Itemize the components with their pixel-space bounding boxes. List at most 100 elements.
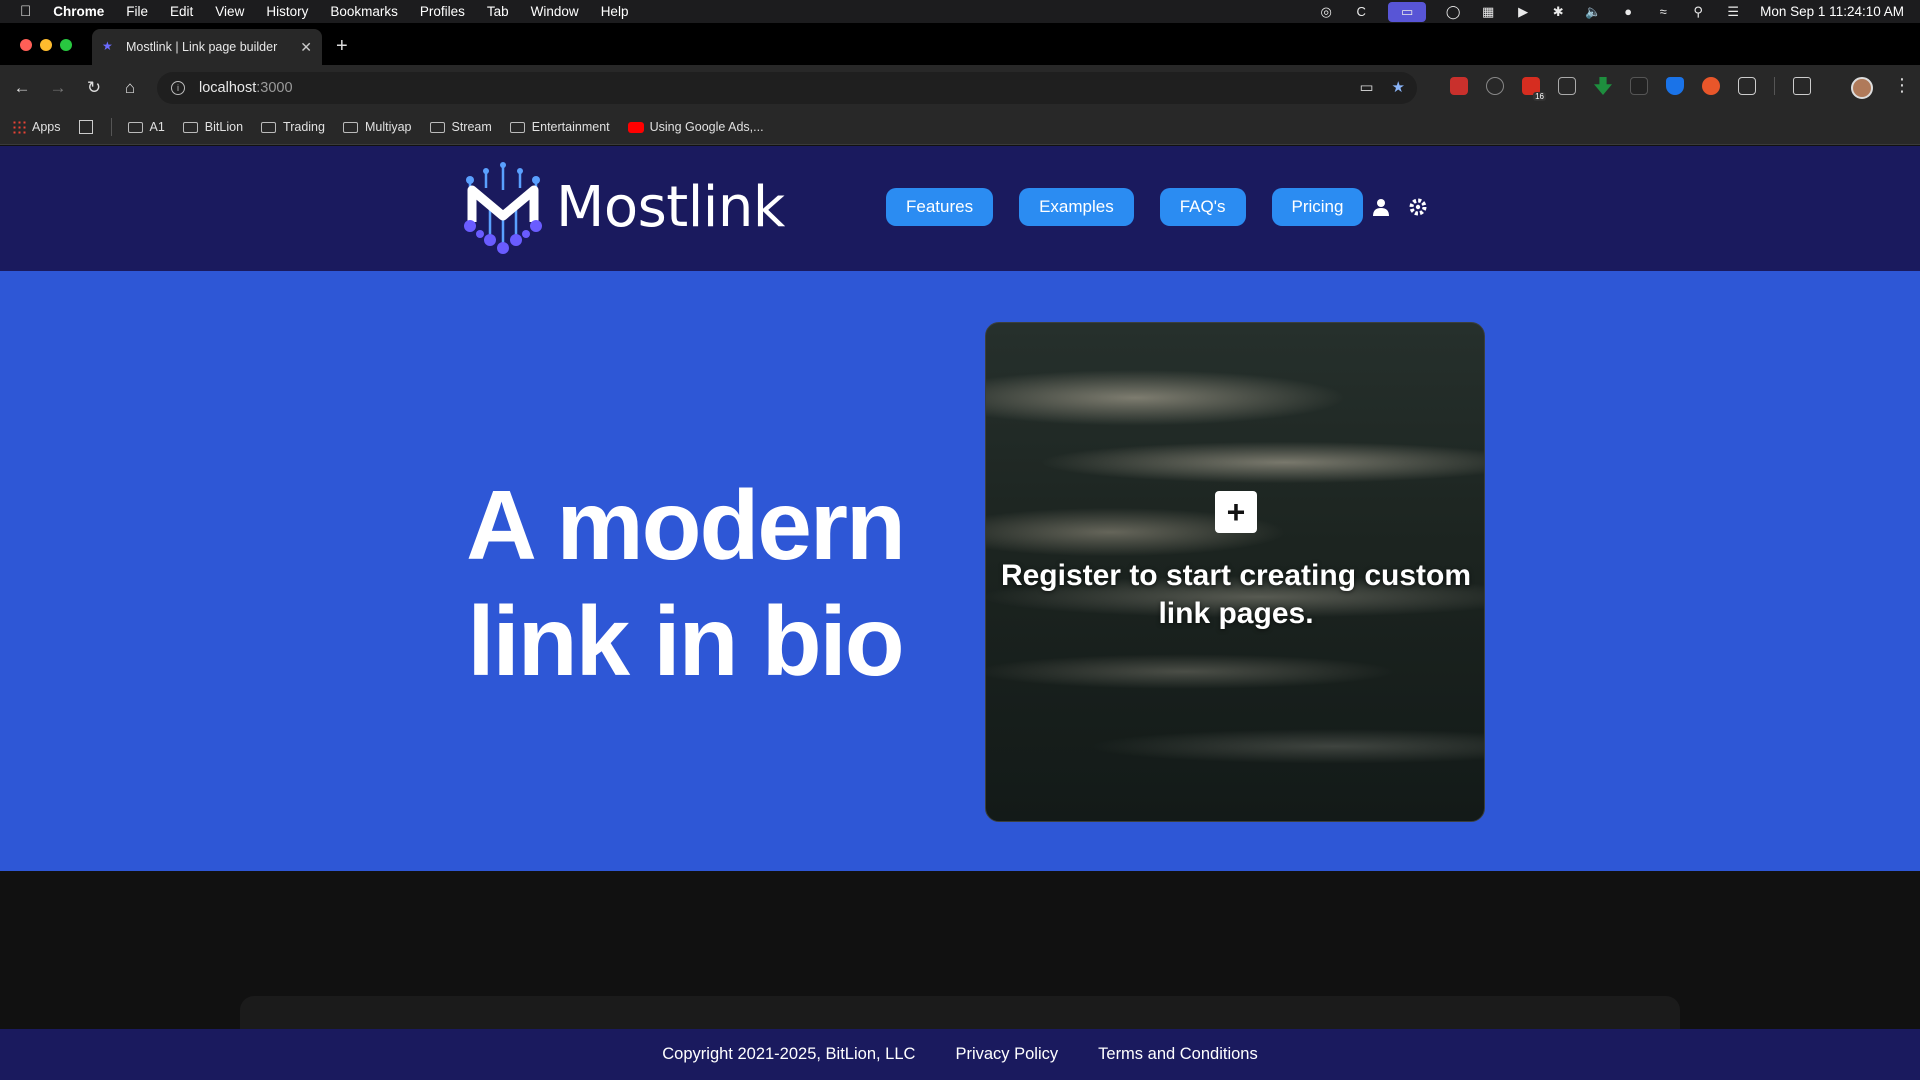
screen-mirror-icon[interactable]: ▭ [1388, 1, 1427, 22]
menu-app-name[interactable]: Chrome [53, 4, 104, 19]
mostlink-favicon-icon: ★ [102, 39, 113, 53]
tab-groups-icon[interactable] [78, 120, 93, 134]
extension-badge: 16 [1533, 92, 1546, 101]
bookmark-label: Multiyap [364, 120, 412, 134]
folder-icon [127, 121, 143, 133]
extension-stars-icon[interactable] [1630, 77, 1648, 95]
nav-features-button[interactable]: Features [886, 188, 994, 226]
new-tab-icon[interactable]: + [336, 35, 348, 58]
extension-compass-icon[interactable] [1486, 77, 1504, 95]
chrome-menu-icon[interactable]: ⋮ [1893, 75, 1911, 96]
bookmark-stream[interactable]: Stream [429, 120, 492, 134]
hero-section: A modern link in bio + Register to start… [0, 271, 1920, 871]
folder-icon [342, 121, 358, 133]
url-host: localhost [199, 80, 257, 96]
chrome-tab-strip: ★ Mostlink | Link page builder ✕ + [0, 23, 1920, 65]
privacy-policy-link[interactable]: Privacy Policy [955, 1045, 1058, 1064]
hero-title-line-2: link in bio [467, 586, 904, 696]
user-status-icon[interactable]: ● [1620, 4, 1636, 19]
user-account-icon[interactable] [1373, 198, 1389, 222]
nav-pricing-button[interactable]: Pricing [1271, 188, 1364, 226]
bluetooth-icon[interactable]: ✱ [1550, 4, 1566, 19]
youtube-icon [627, 121, 644, 133]
menu-window[interactable]: Window [531, 4, 579, 19]
folder-icon [509, 121, 525, 133]
extension-shield-icon[interactable] [1666, 77, 1684, 95]
nav-faqs-button[interactable]: FAQ's [1159, 188, 1246, 226]
mostlink-logo[interactable]: Mostlink [460, 160, 785, 254]
bookmarks-divider [110, 118, 112, 136]
bookmark-apps[interactable]: Apps [12, 120, 61, 134]
chrome-toolbar: ← → ↻ ⌂ i localhost:3000 ▭ ★ 16 ⋮ [0, 65, 1920, 110]
bookmark-trading[interactable]: Trading [261, 120, 325, 134]
menu-view[interactable]: View [215, 4, 244, 19]
extension-fox-icon[interactable] [1702, 77, 1720, 95]
menu-bookmarks[interactable]: Bookmarks [330, 4, 398, 19]
forward-icon[interactable]: → [40, 78, 76, 98]
site-footer: Copyright 2021-2025, BitLion, LLC Privac… [0, 1029, 1920, 1080]
minimize-window-icon[interactable] [40, 39, 52, 51]
extension-robot-icon[interactable] [1558, 77, 1576, 95]
close-window-icon[interactable] [20, 39, 32, 51]
back-icon[interactable]: ← [4, 78, 40, 98]
volume-icon[interactable]: 🔈 [1585, 4, 1601, 19]
bookmark-entertainment[interactable]: Entertainment [509, 120, 610, 134]
tab-title: Mostlink | Link page builder [126, 40, 278, 54]
wifi-icon[interactable]: ≈ [1655, 4, 1671, 19]
settings-gear-icon[interactable] [1409, 198, 1427, 222]
brand-name: Mostlink [556, 174, 785, 240]
register-card[interactable]: + Register to start creating custom link… [985, 322, 1485, 822]
copyright-text: Copyright 2021-2025, BitLion, LLC [662, 1045, 916, 1063]
glasses-icon[interactable]: ◯ [1445, 4, 1461, 19]
c-status-icon[interactable]: C [1353, 4, 1369, 19]
nav-examples-button[interactable]: Examples [1019, 188, 1134, 226]
bookmark-multiyap[interactable]: Multiyap [342, 120, 412, 134]
profile-avatar[interactable] [1851, 77, 1873, 99]
home-icon[interactable]: ⌂ [112, 78, 148, 98]
apple-menu-icon[interactable]:  [20, 3, 31, 20]
control-center-icon[interactable]: ☰ [1725, 4, 1741, 19]
bookmark-label: Stream [451, 120, 492, 134]
address-bar[interactable]: i localhost:3000 ▭ ★ [157, 72, 1417, 104]
url-port: :3000 [256, 80, 293, 96]
site-header: Mostlink Features Examples FAQ's Pricing [0, 146, 1920, 271]
menu-tab[interactable]: Tab [487, 4, 509, 19]
folder-icon [182, 121, 198, 133]
hero-title-line-1: A modern [466, 470, 906, 580]
layout-icon[interactable]: ▦ [1480, 4, 1496, 19]
bookmark-bitlion[interactable]: BitLion [182, 120, 243, 134]
menubar-clock[interactable]: Mon Sep 1 11:24:10 AM [1760, 4, 1904, 19]
globe-status-icon[interactable]: ◎ [1318, 4, 1334, 19]
bookmark-label: Using Google Ads,... [649, 120, 764, 134]
bookmark-google-ads[interactable]: Using Google Ads,... [627, 120, 764, 134]
extension-red-icon[interactable] [1450, 77, 1468, 95]
macos-menu-bar:  Chrome File Edit View History Bookmark… [0, 0, 1920, 23]
menu-file[interactable]: File [126, 4, 148, 19]
zoom-window-icon[interactable] [60, 39, 72, 51]
tab-close-icon[interactable]: ✕ [300, 39, 312, 56]
extension-download-icon[interactable] [1594, 77, 1612, 95]
spotlight-search-icon[interactable]: ⚲ [1690, 4, 1706, 19]
folder-icon [429, 121, 445, 133]
terms-link[interactable]: Terms and Conditions [1098, 1045, 1258, 1064]
play-status-icon[interactable]: ▶ [1515, 4, 1531, 19]
extensions-puzzle-icon[interactable] [1738, 77, 1756, 95]
menu-edit[interactable]: Edit [170, 4, 193, 19]
site-info-icon[interactable]: i [171, 81, 185, 95]
menu-help[interactable]: Help [601, 4, 629, 19]
reload-icon[interactable]: ↻ [76, 78, 112, 98]
bookmark-a1[interactable]: A1 [127, 120, 165, 134]
bookmark-label: Trading [283, 120, 325, 134]
bookmark-label: Apps [32, 120, 61, 134]
toolbar-divider [1774, 77, 1775, 95]
folder-icon [261, 121, 277, 133]
bookmark-star-icon[interactable]: ★ [1392, 78, 1405, 96]
plus-icon[interactable]: + [1215, 491, 1257, 533]
active-tab[interactable]: ★ Mostlink | Link page builder ✕ [92, 29, 322, 65]
menu-profiles[interactable]: Profiles [420, 4, 465, 19]
bookmark-label: Entertainment [531, 120, 610, 134]
side-panel-icon[interactable] [1793, 77, 1811, 95]
menu-history[interactable]: History [266, 4, 308, 19]
install-app-icon[interactable]: ▭ [1359, 78, 1373, 96]
extension-calendar-icon[interactable]: 16 [1522, 77, 1546, 101]
